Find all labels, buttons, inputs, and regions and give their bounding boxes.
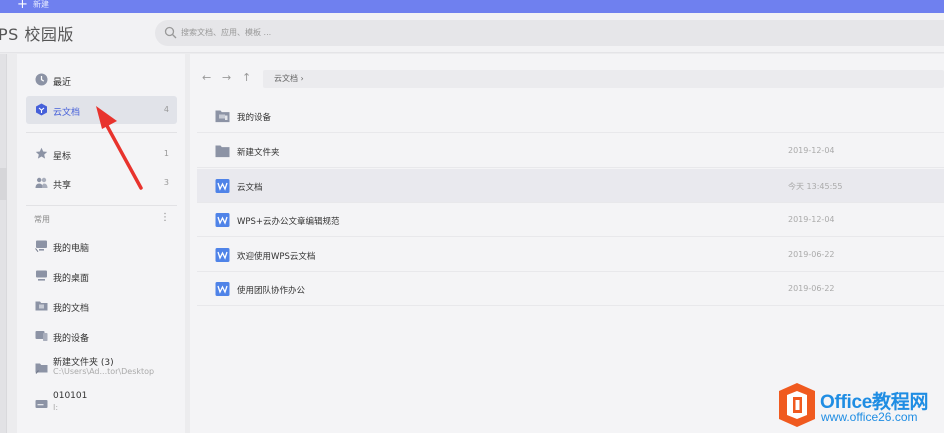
search-input[interactable]: 搜索文档、应用、模板 ... xyxy=(155,20,944,46)
file-date: 2019-06-22 xyxy=(788,284,835,293)
file-list-panel: ← → ↑ 云文档 › 我的设备 新建文件夹 2019-12-04 云文档 今天… xyxy=(190,54,944,433)
file-date: 今天 13:45:55 xyxy=(788,182,843,191)
wps-doc-icon xyxy=(215,282,230,296)
file-row[interactable]: 欢迎使用WPS云文档 2019-06-22 xyxy=(197,238,944,272)
header: PS 校园版 搜索文档、应用、模板 ... xyxy=(0,13,944,53)
computer-icon xyxy=(35,240,47,252)
file-name: 欢迎使用WPS云文档 xyxy=(237,252,316,262)
sidebar-item-starred[interactable]: 星标 1 xyxy=(26,140,177,168)
location-path: C:\Users\Ad...tor\Desktop xyxy=(53,367,155,376)
sidebar-item-recent[interactable]: 最近 xyxy=(26,66,177,94)
file-name: 我的设备 xyxy=(237,113,272,123)
sidebar-divider xyxy=(26,132,177,133)
location-drive[interactable]: 010101 I: xyxy=(26,390,177,418)
watermark: Office教程网 www.office26.com xyxy=(779,378,944,433)
folder-icon xyxy=(215,145,230,158)
drive-icon xyxy=(35,400,48,408)
file-name: 新建文件夹 xyxy=(237,148,280,158)
folder-shortcut-icon xyxy=(35,363,48,374)
folder-icon xyxy=(35,301,48,311)
plus-icon[interactable]: + xyxy=(17,0,28,11)
left-rail xyxy=(0,54,7,433)
up-icon[interactable]: ↑ xyxy=(242,71,251,84)
file-name: 使用团队协作办公 xyxy=(237,286,306,296)
sidebar: 最近 云文档 4 星标 1 共享 3 常用 ⋮ 我的电脑 我的桌面 我的文档 我… xyxy=(17,54,185,433)
wps-doc-icon xyxy=(215,248,230,262)
sidebar-item-cloud-docs[interactable]: 云文档 4 xyxy=(26,96,177,124)
more-icon[interactable]: ⋮ xyxy=(160,212,170,223)
location-my-devices[interactable]: 我的设备 xyxy=(26,322,177,350)
device-icon xyxy=(35,331,48,341)
file-date: 2019-06-22 xyxy=(788,250,835,259)
location-label: 我的文档 xyxy=(53,304,90,314)
location-my-documents[interactable]: 我的文档 xyxy=(26,292,177,320)
file-row[interactable]: 云文档 今天 13:45:55 xyxy=(197,169,944,203)
file-row[interactable]: 新建文件夹 2019-12-04 xyxy=(197,134,944,168)
new-tab-label[interactable]: 新建 xyxy=(33,0,49,9)
location-label: 我的桌面 xyxy=(53,274,90,284)
sidebar-item-count: 4 xyxy=(163,105,169,114)
section-title: 常用 xyxy=(34,215,50,224)
cloud-docs-icon xyxy=(36,103,47,116)
wps-doc-icon xyxy=(215,179,230,193)
sidebar-item-label: 星标 xyxy=(53,152,72,162)
back-icon[interactable]: ← xyxy=(202,71,211,84)
app-title: PS 校园版 xyxy=(0,25,74,44)
breadcrumb-item[interactable]: 云文档 › xyxy=(274,73,304,84)
sidebar-item-count: 3 xyxy=(163,178,169,187)
file-date: 2019-12-04 xyxy=(788,215,835,224)
file-date: 2019-12-04 xyxy=(788,146,835,155)
sidebar-item-shared[interactable]: 共享 3 xyxy=(26,169,177,197)
device-folder-icon xyxy=(215,110,230,123)
location-my-desktop[interactable]: 我的桌面 xyxy=(26,262,177,290)
star-icon xyxy=(35,147,48,159)
office-logo-icon xyxy=(779,383,815,427)
wps-doc-icon xyxy=(215,213,230,227)
clock-icon xyxy=(35,73,48,86)
watermark-url: www.office26.com xyxy=(821,410,918,424)
location-new-folder[interactable]: 新建文件夹 (3) C:\Users\Ad...tor\Desktop xyxy=(26,354,177,382)
location-label: 我的电脑 xyxy=(53,244,90,254)
top-strip: + 新建 xyxy=(0,0,944,13)
location-label: 我的设备 xyxy=(53,334,90,344)
search-placeholder: 搜索文档、应用、模板 ... xyxy=(181,28,272,37)
sidebar-divider xyxy=(26,205,177,206)
desktop-icon xyxy=(36,270,47,281)
file-row[interactable]: 我的设备 xyxy=(197,99,944,133)
rail-indicator xyxy=(0,168,7,200)
file-name: WPS+云办公文章编辑规范 xyxy=(237,217,340,227)
location-my-computer[interactable]: 我的电脑 xyxy=(26,232,177,260)
breadcrumb[interactable]: 云文档 › xyxy=(263,70,944,88)
file-row[interactable]: WPS+云办公文章编辑规范 2019-12-04 xyxy=(197,203,944,237)
sidebar-item-label: 云文档 xyxy=(53,108,81,118)
file-name: 云文档 xyxy=(237,183,263,193)
forward-icon[interactable]: → xyxy=(222,71,231,84)
sidebar-item-label: 最近 xyxy=(53,78,72,88)
location-label: 010101 xyxy=(53,391,88,401)
file-row[interactable]: 使用团队协作办公 2019-06-22 xyxy=(197,272,944,306)
people-icon xyxy=(35,177,48,188)
location-path: I: xyxy=(53,403,59,412)
search-icon xyxy=(164,26,177,39)
sidebar-item-label: 共享 xyxy=(53,181,72,191)
sidebar-item-count: 1 xyxy=(163,149,169,158)
